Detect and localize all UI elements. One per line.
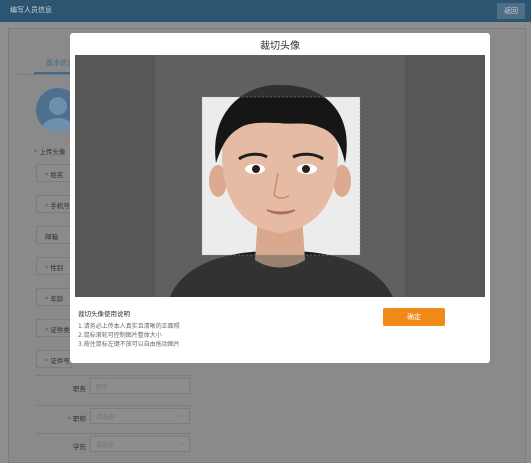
position-label: 职务 (73, 385, 86, 393)
education-label: 学历 (73, 443, 86, 451)
name-field[interactable]: * 姓名 (36, 164, 72, 182)
instructions-title: 裁切头像使用说明 (78, 310, 130, 318)
position-placeholder: 职务 (96, 384, 109, 391)
top-bar: 编写人员信息 返回 (0, 0, 531, 22)
title-placeholder: 请选择 (96, 414, 115, 421)
window-title: 编写人员信息 (10, 6, 52, 14)
age-field[interactable]: * 年龄 (36, 288, 72, 306)
phone-field[interactable]: * 手机号 (36, 195, 72, 213)
crop-instructions: 裁切头像使用说明 1.请务必上传本人真实且清晰的正面照 2.鼠标滚轮可控制图片整… (78, 308, 180, 349)
id-number-label: 证件号 (50, 357, 70, 365)
title-select[interactable]: 请选择 ⌄ (90, 408, 190, 424)
name-label: 姓名 (50, 171, 64, 179)
back-button[interactable]: 返回 (497, 3, 525, 19)
chevron-down-icon: ⌄ (178, 412, 184, 419)
id-number-field[interactable]: * 证件号 (36, 350, 72, 368)
chevron-down-icon: ⌄ (178, 440, 184, 447)
tab-divider (18, 74, 78, 75)
email-label: 邮箱 (45, 233, 58, 241)
education-field: 学历 请选择 ⌄ (36, 433, 191, 455)
confirm-button[interactable]: 确定 (383, 308, 445, 326)
portrait-photo[interactable] (75, 55, 485, 297)
education-select[interactable]: 请选择 ⌄ (90, 436, 190, 452)
title-label: 职称 (73, 415, 86, 423)
age-label: 年龄 (50, 295, 64, 303)
instruction-line: 1.请务必上传本人真实且清晰的正面照 (78, 323, 180, 330)
instruction-line: 3.按住鼠标左键不放可以自由拖动图片 (78, 341, 180, 348)
instruction-line: 2.鼠标滚轮可控制图片整体大小 (78, 332, 162, 339)
id-type-field[interactable]: * 证件类型 (36, 319, 76, 337)
tab-active-indicator (34, 72, 74, 74)
phone-label: 手机号 (50, 202, 70, 210)
dialog-title: 裁切头像 (260, 41, 300, 52)
email-field[interactable]: 邮箱 (36, 226, 72, 244)
gender-label: 性别 (50, 264, 64, 272)
title-field: * 职称 请选择 ⌄ (36, 405, 191, 427)
crop-canvas[interactable] (75, 55, 485, 297)
education-placeholder: 请选择 (96, 442, 115, 449)
position-field: 职务 职务 (36, 375, 191, 397)
position-input[interactable]: 职务 (90, 378, 190, 394)
upload-avatar-label: * 上传头像 (34, 148, 66, 156)
gender-field[interactable]: * 性别 (36, 257, 72, 275)
